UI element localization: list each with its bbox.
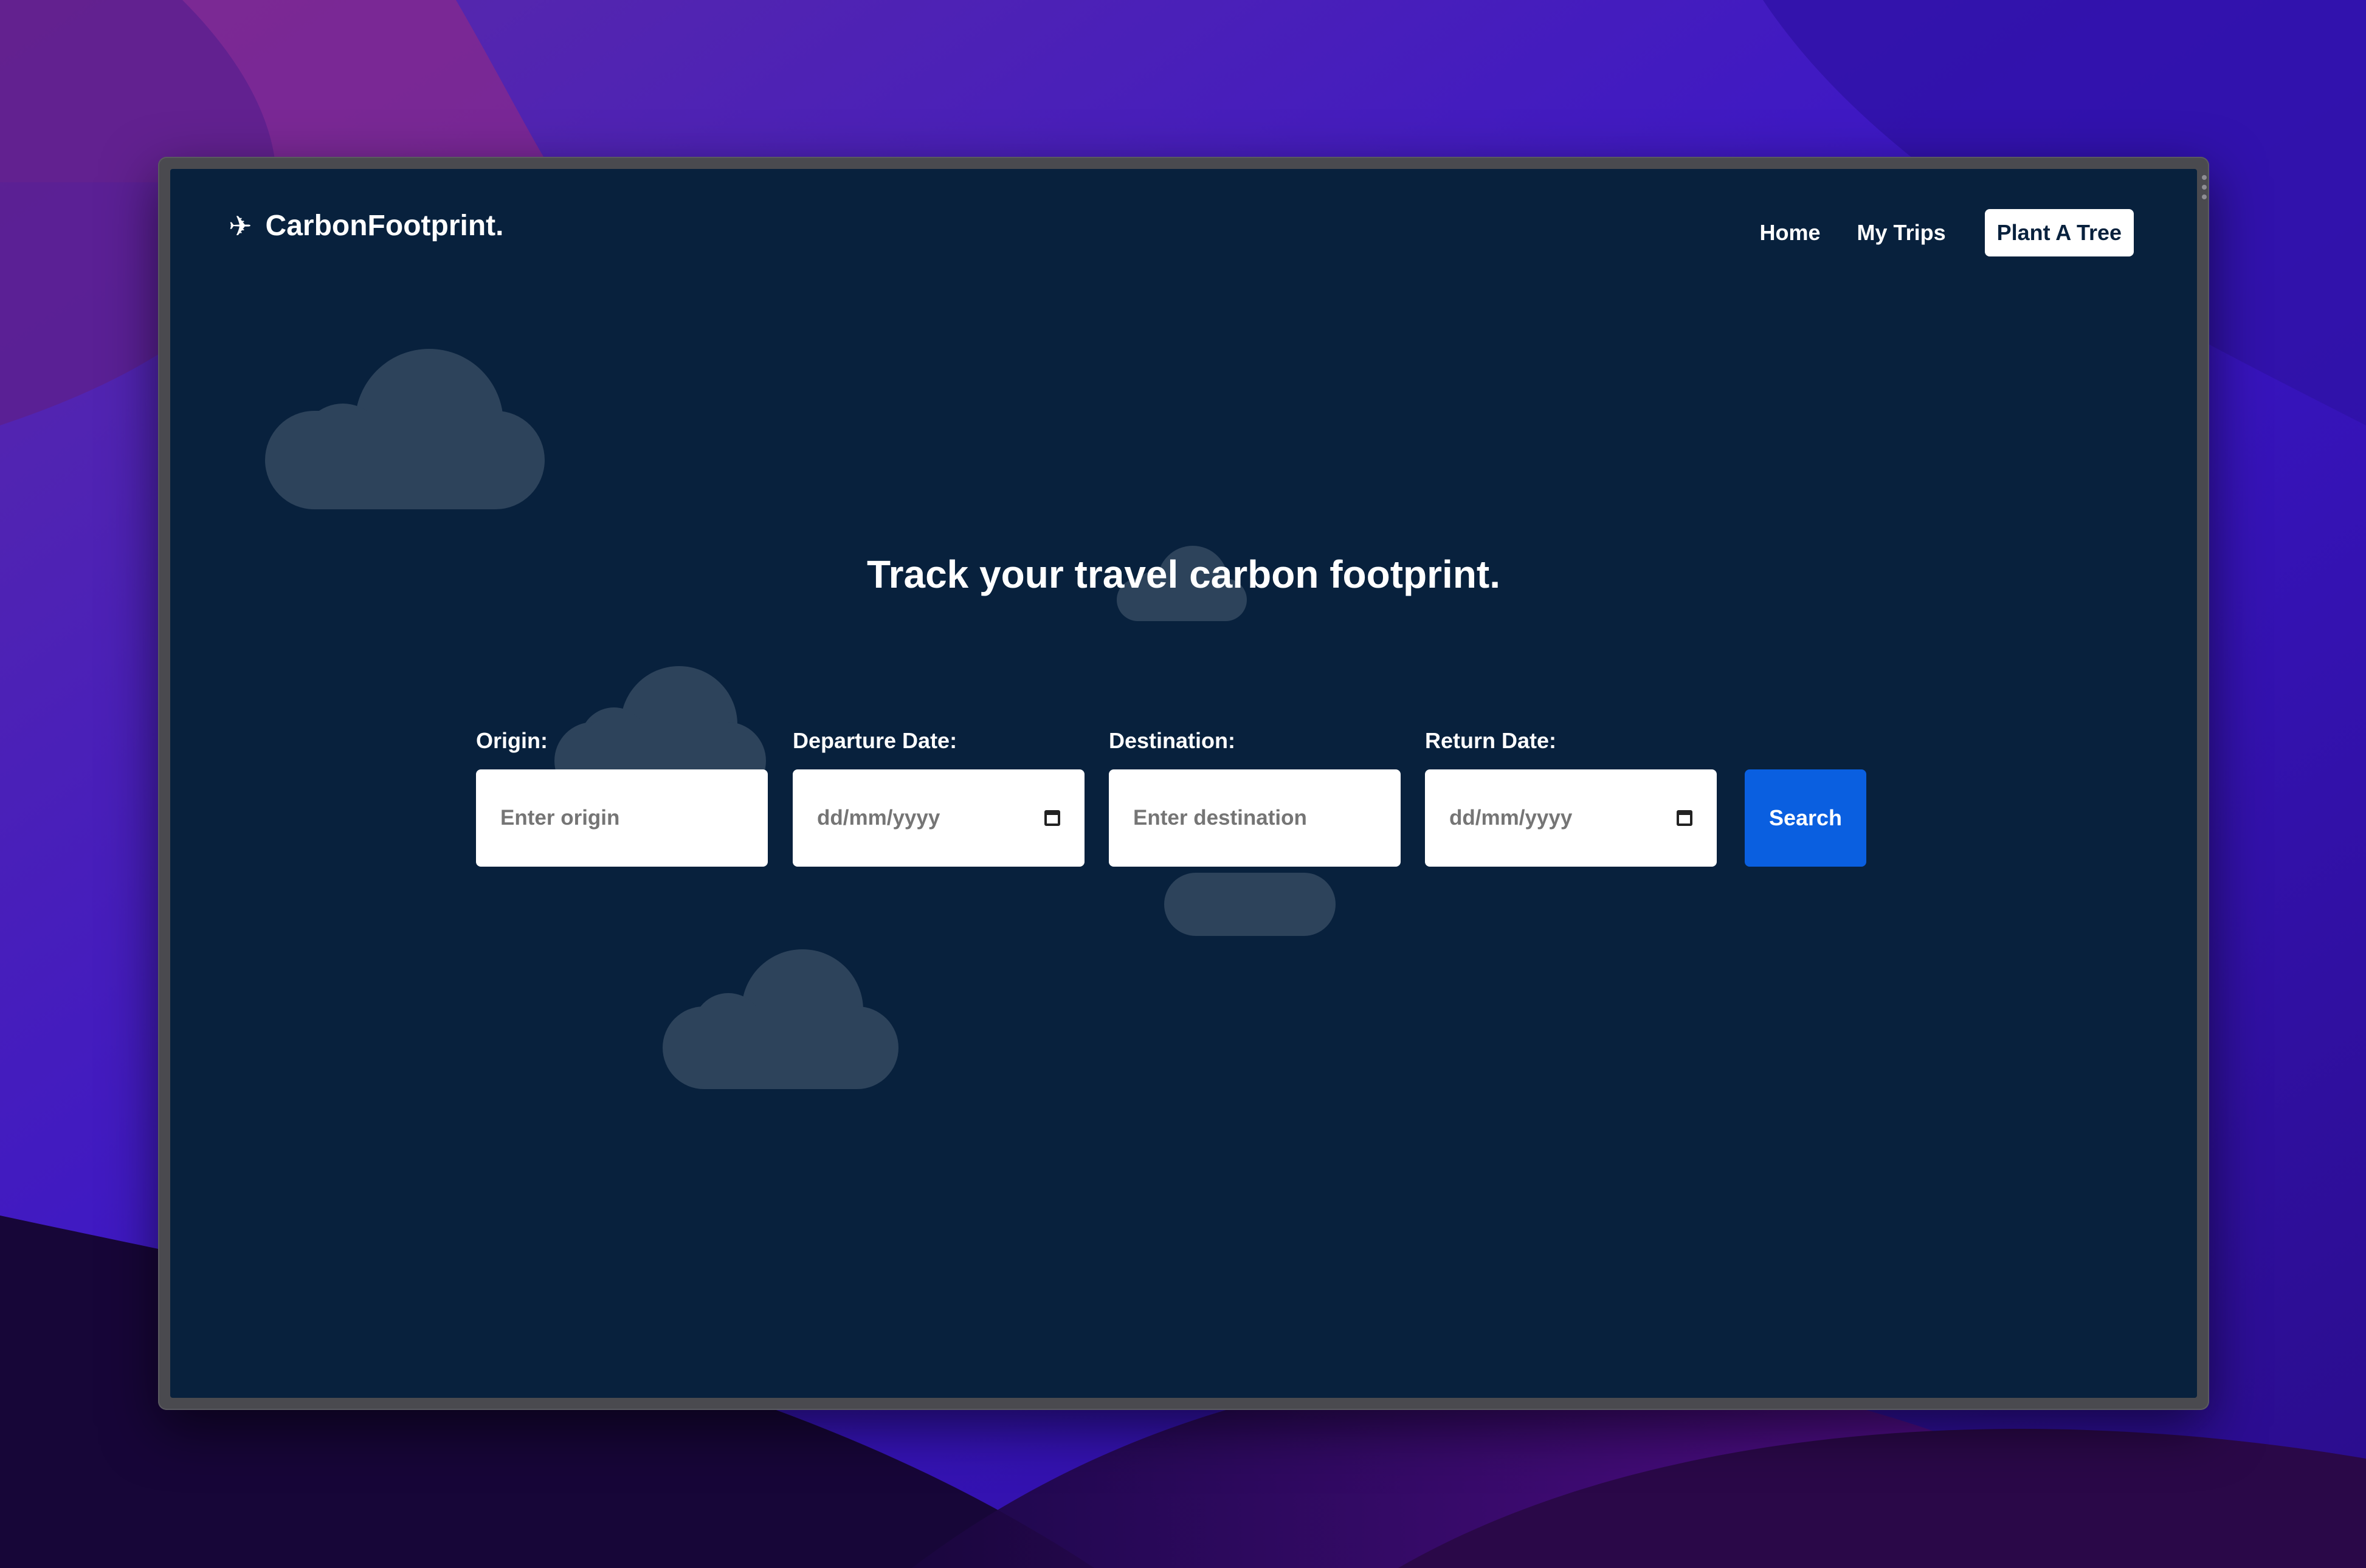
nav-link-home[interactable]: Home bbox=[1760, 220, 1821, 246]
origin-placeholder: Enter origin bbox=[500, 806, 620, 830]
calendar-icon[interactable] bbox=[1677, 810, 1692, 826]
cloud-decoration bbox=[663, 943, 898, 1089]
cloud-decoration bbox=[265, 338, 545, 509]
top-nav: ✈ CarbonFootprint. Home My Trips Plant A… bbox=[170, 169, 2197, 260]
return-date-label: Return Date: bbox=[1425, 728, 1557, 753]
return-date-field: Return Date: dd/mm/yyyy bbox=[1425, 728, 1717, 867]
plant-a-tree-button[interactable]: Plant A Tree bbox=[1984, 209, 2134, 256]
return-date-input[interactable]: dd/mm/yyyy bbox=[1425, 769, 1717, 867]
nav-links: Home My Trips Plant A Tree bbox=[1760, 209, 2134, 256]
browser-window: ✈ CarbonFootprint. Home My Trips Plant A… bbox=[158, 157, 2209, 1410]
destination-input[interactable]: Enter destination bbox=[1109, 769, 1401, 867]
page-viewport: ✈ CarbonFootprint. Home My Trips Plant A… bbox=[170, 169, 2197, 1398]
destination-label: Destination: bbox=[1109, 728, 1236, 753]
departure-date-input[interactable]: dd/mm/yyyy bbox=[793, 769, 1085, 867]
origin-label: Origin: bbox=[476, 728, 548, 753]
resize-handle[interactable] bbox=[2202, 175, 2207, 199]
departure-date-label: Departure Date: bbox=[793, 728, 957, 753]
destination-placeholder: Enter destination bbox=[1133, 806, 1307, 830]
airplane-icon: ✈ bbox=[229, 210, 252, 242]
brand-name: CarbonFootprint. bbox=[265, 210, 504, 242]
origin-input[interactable]: Enter origin bbox=[476, 769, 768, 867]
departure-date-field: Departure Date: dd/mm/yyyy bbox=[793, 728, 1085, 867]
nav-link-my-trips[interactable]: My Trips bbox=[1857, 220, 1946, 246]
cloud-decoration bbox=[1164, 867, 1336, 936]
calendar-icon[interactable] bbox=[1044, 810, 1060, 826]
return-date-placeholder: dd/mm/yyyy bbox=[1449, 806, 1573, 830]
origin-field: Origin: Enter origin bbox=[476, 728, 768, 867]
brand-logo[interactable]: ✈ CarbonFootprint. bbox=[229, 209, 503, 242]
search-button[interactable]: Search bbox=[1745, 769, 1866, 867]
hero-headline: Track your travel carbon footprint. bbox=[867, 552, 1500, 596]
destination-field: Destination: Enter destination bbox=[1109, 728, 1401, 867]
departure-date-placeholder: dd/mm/yyyy bbox=[817, 806, 940, 830]
